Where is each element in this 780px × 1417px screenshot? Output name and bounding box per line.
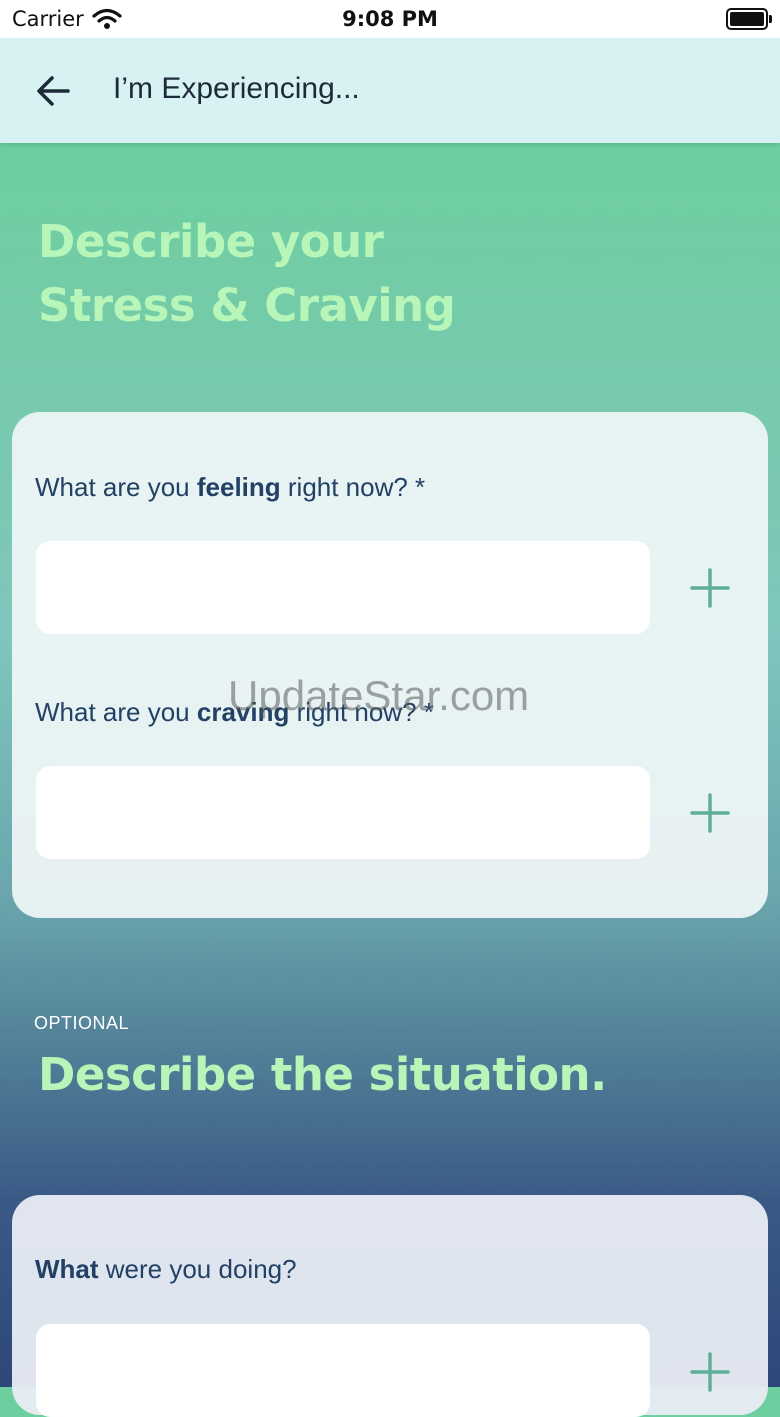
feeling-question-post: right now? * [280, 472, 426, 502]
page-title: I’m Experiencing... [113, 72, 360, 105]
situation-card: What were you doing? [12, 1195, 768, 1417]
craving-input[interactable] [36, 766, 650, 859]
craving-question: What are you craving right now? * [35, 697, 434, 728]
doing-question-bold: What [35, 1254, 99, 1284]
add-feeling-button[interactable] [688, 566, 732, 610]
situation-title: Describe the situation. [38, 1048, 607, 1101]
status-bar: Carrier 9:08 PM [0, 0, 780, 38]
arrow-left-icon [37, 76, 70, 106]
optional-label: OPTIONAL [34, 1013, 130, 1033]
doing-question: What were you doing? [35, 1254, 297, 1285]
craving-question-pre: What are you [35, 697, 197, 727]
plus-icon [690, 1352, 730, 1392]
feeling-question: What are you feeling right now? * [35, 472, 425, 503]
headline: Describe your Stress & Craving [38, 210, 456, 338]
doing-input[interactable] [36, 1324, 650, 1417]
plus-icon [690, 568, 730, 608]
feeling-input[interactable] [36, 541, 650, 634]
stress-craving-card: What are you feeling right now? * What a… [12, 412, 768, 918]
app-bar: I’m Experiencing... [0, 38, 780, 143]
add-doing-button[interactable] [688, 1350, 732, 1394]
battery-icon [726, 8, 772, 30]
status-time: 9:08 PM [342, 7, 438, 31]
back-button[interactable] [28, 66, 78, 116]
feeling-question-pre: What are you [35, 472, 197, 502]
craving-question-bold: craving [196, 697, 290, 727]
feeling-question-bold: feeling [196, 472, 281, 502]
headline-line-1: Describe your [38, 215, 384, 268]
plus-icon [690, 793, 730, 833]
add-craving-button[interactable] [688, 791, 732, 835]
headline-line-2: Stress & Craving [38, 279, 456, 332]
doing-question-post: were you doing? [98, 1254, 297, 1284]
craving-question-post: right now? * [289, 697, 434, 727]
